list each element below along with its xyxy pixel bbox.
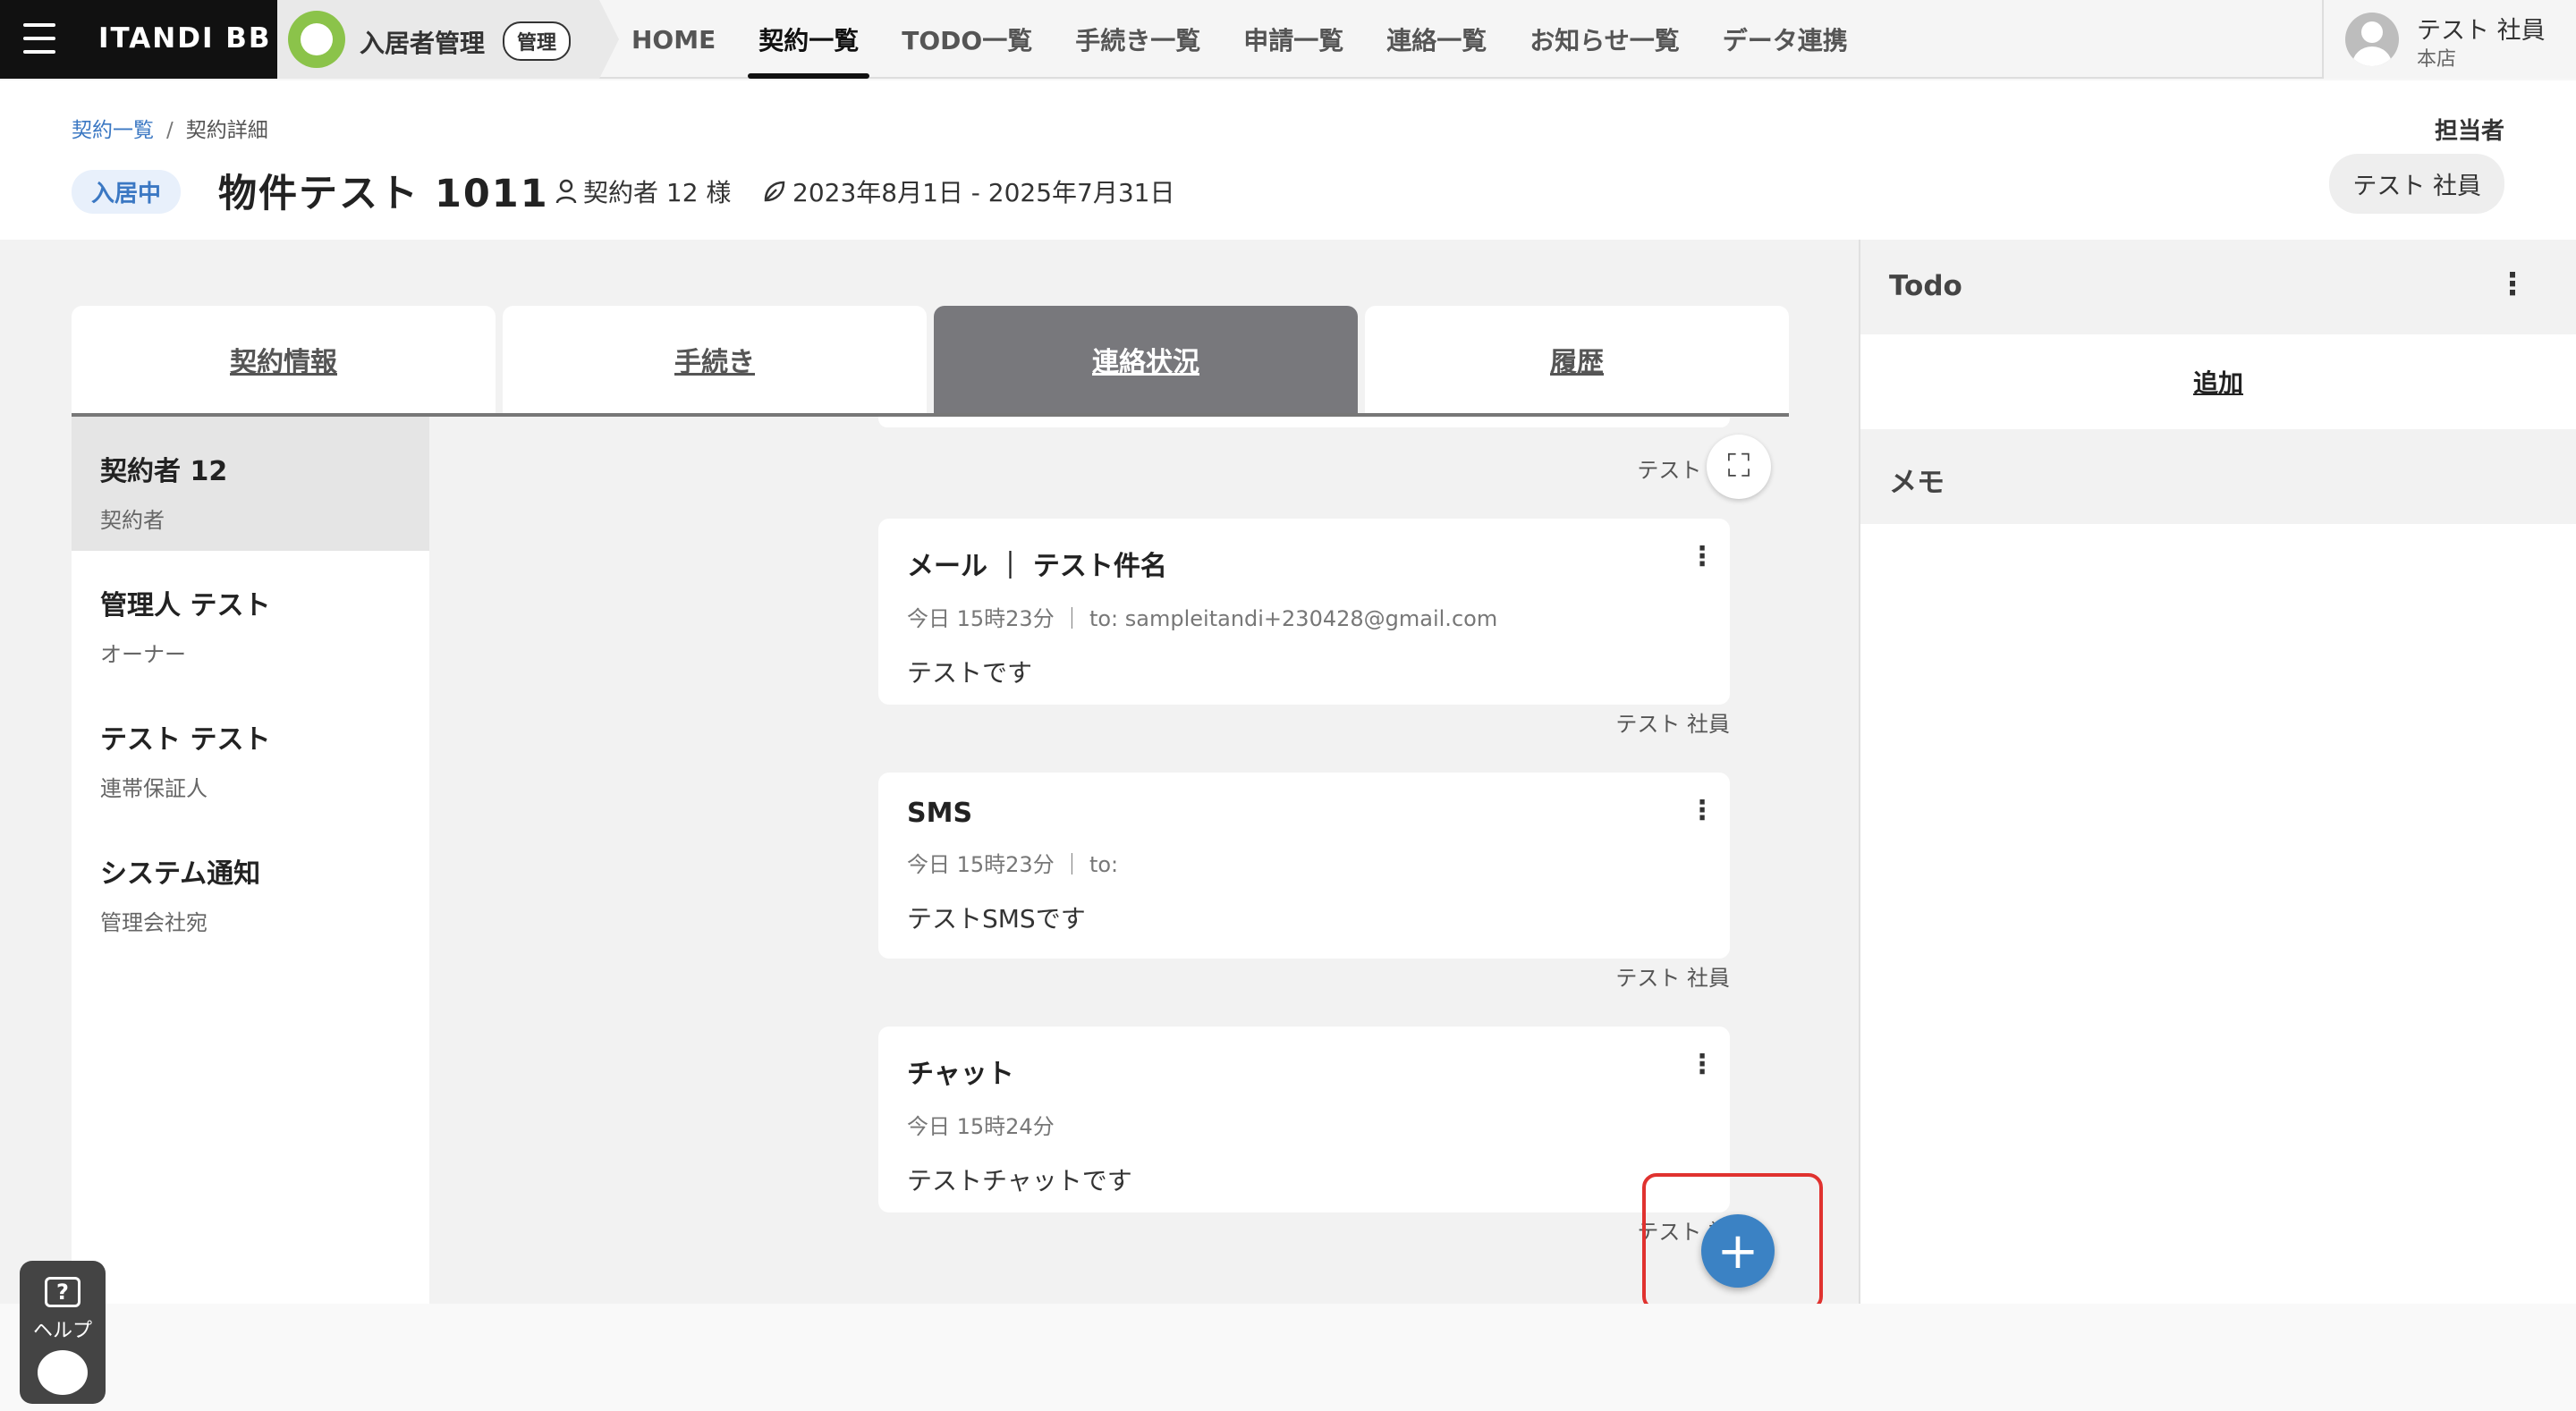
page-title: 物件テスト 1011 [218, 172, 549, 216]
user-avatar-icon [2345, 13, 2399, 66]
breadcrumb-current: 契約詳細 [185, 119, 268, 142]
assignee-chip[interactable]: テスト 社員 [2329, 154, 2504, 214]
top-navigation-bar: ITANDI BB 入居者管理 管理 HOME 契約一覧 TODO一覧 手続き一… [0, 0, 2576, 79]
person-icon [555, 179, 577, 204]
nav-data-integration[interactable]: データ連携 [1701, 0, 1869, 79]
main-nav: HOME 契約一覧 TODO一覧 手続き一覧 申請一覧 連絡一覧 お知らせ一覧 … [610, 0, 1869, 79]
help-icon: ? [45, 1277, 80, 1307]
nav-procedures[interactable]: 手続き一覧 [1054, 0, 1222, 79]
right-panel: Todo ⋮ 追加 メモ [1859, 240, 2576, 1304]
contractor-info: 契約者 12 様 [555, 173, 731, 209]
contact-list: 契約者 12 契約者 管理人 テスト オーナー テスト テスト 連帯保証人 シス… [72, 417, 429, 1304]
memo-header[interactable]: メモ [1860, 429, 2576, 524]
brand-area: ITANDI BB [0, 0, 277, 79]
contact-name: 管理人 テスト [100, 590, 271, 621]
contact-item-system[interactable]: システム通知 管理会社宛 [72, 819, 429, 953]
kebab-icon[interactable]: ⋮ [1689, 544, 1716, 572]
nav-contacts[interactable]: 連絡一覧 [1365, 0, 1508, 79]
tab-contract-info[interactable]: 契約情報 [72, 306, 496, 413]
breadcrumb-contracts-link[interactable]: 契約一覧 [72, 119, 154, 142]
nav-notices[interactable]: お知らせ一覧 [1508, 0, 1700, 79]
message-body: テストチャットです [907, 1166, 1132, 1196]
user-branch: 本店 [2417, 48, 2457, 71]
tab-procedures[interactable]: 手続き [503, 306, 927, 413]
message-title: チャット [907, 1059, 1014, 1090]
bear-mascot-icon [288, 11, 345, 68]
message-sender: テスト 社員 [1615, 712, 1730, 737]
breadcrumb-separator: / [166, 119, 174, 142]
message-card-sms: SMS 今日 15時23分 ｜ to: テストSMSです ⋮ [878, 773, 1730, 959]
contract-header: 契約一覧 / 契約詳細 入居中 物件テスト 1011 契約者 12 様 2023年8… [0, 80, 2576, 240]
todo-header: Todo ⋮ [1860, 240, 2576, 334]
expand-icon[interactable]: ⛶ [1707, 435, 1771, 499]
message-sender: テスト 社員 [1615, 966, 1730, 991]
help-button[interactable]: ? ヘルプ [20, 1261, 106, 1404]
brand-logo[interactable]: ITANDI BB [98, 22, 272, 55]
contact-role: 管理会社宛 [100, 910, 208, 935]
todo-title: Todo [1889, 270, 1962, 302]
help-label: ヘルプ [32, 1320, 92, 1342]
leaf-icon [764, 181, 785, 202]
message-body: テストです [907, 658, 1033, 688]
contact-name: テスト テスト [100, 724, 271, 756]
kebab-icon[interactable]: ⋮ [2497, 266, 2528, 302]
kebab-icon[interactable]: ⋮ [1689, 798, 1716, 826]
message-title: メール ｜ テスト件名 [907, 551, 1167, 582]
tab-history[interactable]: 履歴 [1365, 306, 1789, 413]
bear-mascot-icon [38, 1350, 88, 1395]
contractor-name: 契約者 12 様 [583, 178, 732, 207]
message-meta: 今日 15時23分 ｜ to: [907, 852, 1119, 877]
message-meta: 今日 15時23分 ｜ to: sampleitandi+230428@gmai… [907, 606, 1498, 631]
contract-period-text: 2023年8月1日 - 2025年7月31日 [792, 178, 1175, 207]
contact-name: 契約者 12 [100, 456, 228, 487]
tab-contact-status[interactable]: 連絡状況 [934, 306, 1358, 413]
message-card-chat: チャット 今日 15時24分 テストチャットです ⋮ [878, 1027, 1730, 1212]
message-body: テストSMSです [907, 904, 1086, 934]
add-message-button[interactable]: + [1701, 1214, 1775, 1288]
status-badge: 入居中 [72, 170, 182, 214]
app-name: 入居者管理 [360, 29, 486, 58]
contact-item-owner[interactable]: 管理人 テスト オーナー [72, 551, 429, 685]
contact-name: システム通知 [100, 858, 261, 890]
todo-add-link[interactable]: 追加 [1860, 334, 2576, 429]
nav-contracts[interactable]: 契約一覧 [737, 0, 880, 79]
nav-todo[interactable]: TODO一覧 [880, 0, 1054, 79]
assignee-label: 担当者 [2434, 118, 2504, 145]
user-name: テスト 社員 [2417, 17, 2546, 45]
nav-home[interactable]: HOME [610, 0, 737, 79]
contract-period: 2023年8月1日 - 2025年7月31日 [762, 173, 1175, 209]
kebab-icon[interactable]: ⋮ [1689, 1052, 1716, 1080]
app-switcher[interactable]: 入居者管理 管理 [277, 0, 619, 79]
footer-area [0, 1304, 2576, 1411]
message-card-partial [878, 417, 1730, 427]
main-content: 契約情報 手続き 連絡状況 履歴 契約者 12 契約者 管理人 テスト オーナー… [0, 240, 1860, 1304]
contact-role: 契約者 [100, 508, 165, 533]
contact-item-contractor[interactable]: 契約者 12 契約者 [72, 417, 429, 551]
app-mode-badge: 管理 [503, 21, 572, 61]
user-menu[interactable]: テスト 社員 本店 [2322, 0, 2576, 79]
nav-applications[interactable]: 申請一覧 [1222, 0, 1365, 79]
breadcrumb: 契約一覧 / 契約詳細 [72, 113, 268, 143]
contact-role: 連帯保証人 [100, 776, 208, 801]
contact-item-guarantor[interactable]: テスト テスト 連帯保証人 [72, 685, 429, 819]
message-card-email: メール ｜ テスト件名 今日 15時23分 ｜ to: sampleitandi… [878, 519, 1730, 705]
hamburger-icon[interactable] [23, 23, 55, 54]
detail-tabs: 契約情報 手続き 連絡状況 履歴 [72, 306, 1789, 417]
message-timeline[interactable]: テスト 社 ⛶ メール ｜ テスト件名 今日 15時23分 ｜ to: samp… [429, 417, 1789, 1304]
message-title: SMS [907, 798, 973, 829]
message-meta: 今日 15時24分 [907, 1114, 1055, 1139]
contact-role: オーナー [100, 642, 186, 667]
